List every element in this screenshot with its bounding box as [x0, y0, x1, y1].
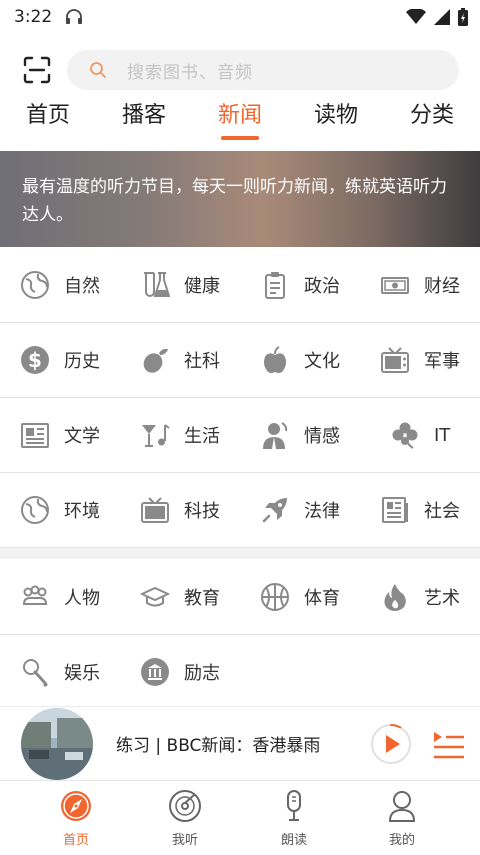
tv-icon: [141, 497, 169, 523]
clipboard-icon: [265, 272, 285, 299]
graduation-cap-icon: [140, 586, 170, 607]
category-grid-primary: 自然 健康 政治 财经 $ 历史 社科 文化 军事 文学 生活 情感 IT 环境…: [0, 248, 480, 548]
microphone-icon: [287, 790, 301, 821]
category-social-science[interactable]: 社科: [140, 323, 220, 397]
flask-icon: [144, 272, 170, 297]
category-row: 人物 教育 体育 艺术: [0, 560, 480, 635]
battery-icon: [458, 8, 468, 26]
scan-icon[interactable]: [22, 55, 52, 85]
banner-text: 最有温度的听力节目，每天一则听力新闻，练就英语听力达人。: [22, 177, 447, 225]
cocktail-music-icon: [142, 424, 170, 447]
category-finance[interactable]: 财经: [380, 248, 460, 322]
category-row: $ 历史 社科 文化 军事: [0, 323, 480, 398]
headphones-app-icon: [66, 9, 83, 24]
tab-categories[interactable]: 分类: [392, 96, 472, 136]
category-military[interactable]: 军事: [380, 323, 460, 397]
category-education[interactable]: 教育: [140, 560, 220, 634]
category-it[interactable]: IT: [390, 398, 450, 472]
category-health[interactable]: 健康: [140, 248, 220, 322]
tab-readings[interactable]: 读物: [296, 96, 376, 136]
category-row: 文学 生活 情感 IT: [0, 398, 480, 473]
money-icon: [381, 277, 409, 294]
flame-icon: [384, 584, 406, 611]
newspaper-icon: [21, 423, 49, 448]
people-icon: [22, 585, 48, 605]
dollar-coin-icon: $: [21, 346, 49, 374]
play-button[interactable]: [370, 723, 412, 765]
tab-podcast[interactable]: 播客: [104, 96, 184, 136]
wifi-icon: [406, 9, 426, 24]
tv-icon: [381, 347, 409, 373]
tab-home[interactable]: 首页: [8, 96, 88, 136]
person-icon: [263, 422, 288, 449]
category-history[interactable]: $ 历史: [20, 323, 100, 397]
bank-icon: [141, 658, 169, 686]
category-technology[interactable]: 科技: [140, 473, 220, 547]
active-tab-indicator: [221, 136, 259, 140]
search-input[interactable]: 搜索图书、音频: [67, 50, 459, 90]
category-sports[interactable]: 体育: [260, 560, 340, 634]
category-life[interactable]: 生活: [140, 398, 220, 472]
nav-listen[interactable]: 我听: [145, 789, 225, 851]
playlist-icon[interactable]: [430, 727, 466, 763]
category-art[interactable]: 艺术: [380, 560, 460, 634]
episode-thumbnail: [21, 708, 93, 780]
basketball-icon: [261, 583, 289, 611]
category-row: 娱乐 励志: [0, 635, 480, 710]
fruit-icon: [143, 348, 168, 373]
category-grid-secondary: 人物 教育 体育 艺术 娱乐 励志: [0, 560, 480, 710]
globe-icon: [21, 496, 49, 524]
clover-icon: [392, 422, 418, 449]
nav-read-aloud[interactable]: 朗读: [254, 789, 334, 851]
mini-player[interactable]: 练习 | BBC新闻：香港暴雨: [0, 706, 480, 780]
svg-text:$: $: [28, 348, 42, 372]
player-title: 练习 | BBC新闻：香港暴雨: [116, 736, 321, 756]
rocket-icon: [262, 498, 287, 523]
bottom-navigation: 首页 我听 朗读 我的: [0, 780, 480, 855]
signal-icon: [434, 9, 450, 25]
category-inspiration[interactable]: 励志: [140, 635, 220, 709]
news-banner[interactable]: 最有温度的听力节目，每天一则听力新闻，练就英语听力达人。: [0, 151, 480, 247]
category-entertainment[interactable]: 娱乐: [20, 635, 100, 709]
category-culture[interactable]: 文化: [260, 323, 340, 397]
status-bar: 3:22: [0, 0, 480, 34]
category-environment[interactable]: 环境: [20, 473, 100, 547]
category-society[interactable]: 社会: [380, 473, 460, 547]
category-row: 自然 健康 政治 财经: [0, 248, 480, 323]
category-literature[interactable]: 文学: [20, 398, 100, 472]
section-divider: [0, 547, 480, 559]
category-row: 环境 科技 法律 社会: [0, 473, 480, 548]
microphone-icon: [23, 659, 48, 687]
search-placeholder: 搜索图书、音频: [127, 62, 253, 83]
compass-icon: [61, 791, 91, 821]
vinyl-icon: [169, 790, 201, 822]
category-politics[interactable]: 政治: [260, 248, 340, 322]
category-emotion[interactable]: 情感: [260, 398, 340, 472]
status-time: 3:22: [14, 7, 53, 27]
category-people[interactable]: 人物: [20, 560, 100, 634]
top-tabs: 首页 播客 新闻 读物 分类: [0, 96, 480, 146]
user-icon: [388, 791, 416, 822]
nav-home[interactable]: 首页: [36, 789, 116, 851]
document-icon: [382, 497, 408, 523]
category-nature[interactable]: 自然: [20, 248, 100, 322]
nav-mine[interactable]: 我的: [362, 789, 442, 851]
search-icon: [90, 62, 106, 78]
tab-news[interactable]: 新闻: [200, 96, 280, 136]
search-row: 搜索图书、音频: [0, 48, 480, 92]
category-law[interactable]: 法律: [260, 473, 340, 547]
apple-icon: [264, 346, 286, 373]
globe-icon: [21, 271, 49, 299]
